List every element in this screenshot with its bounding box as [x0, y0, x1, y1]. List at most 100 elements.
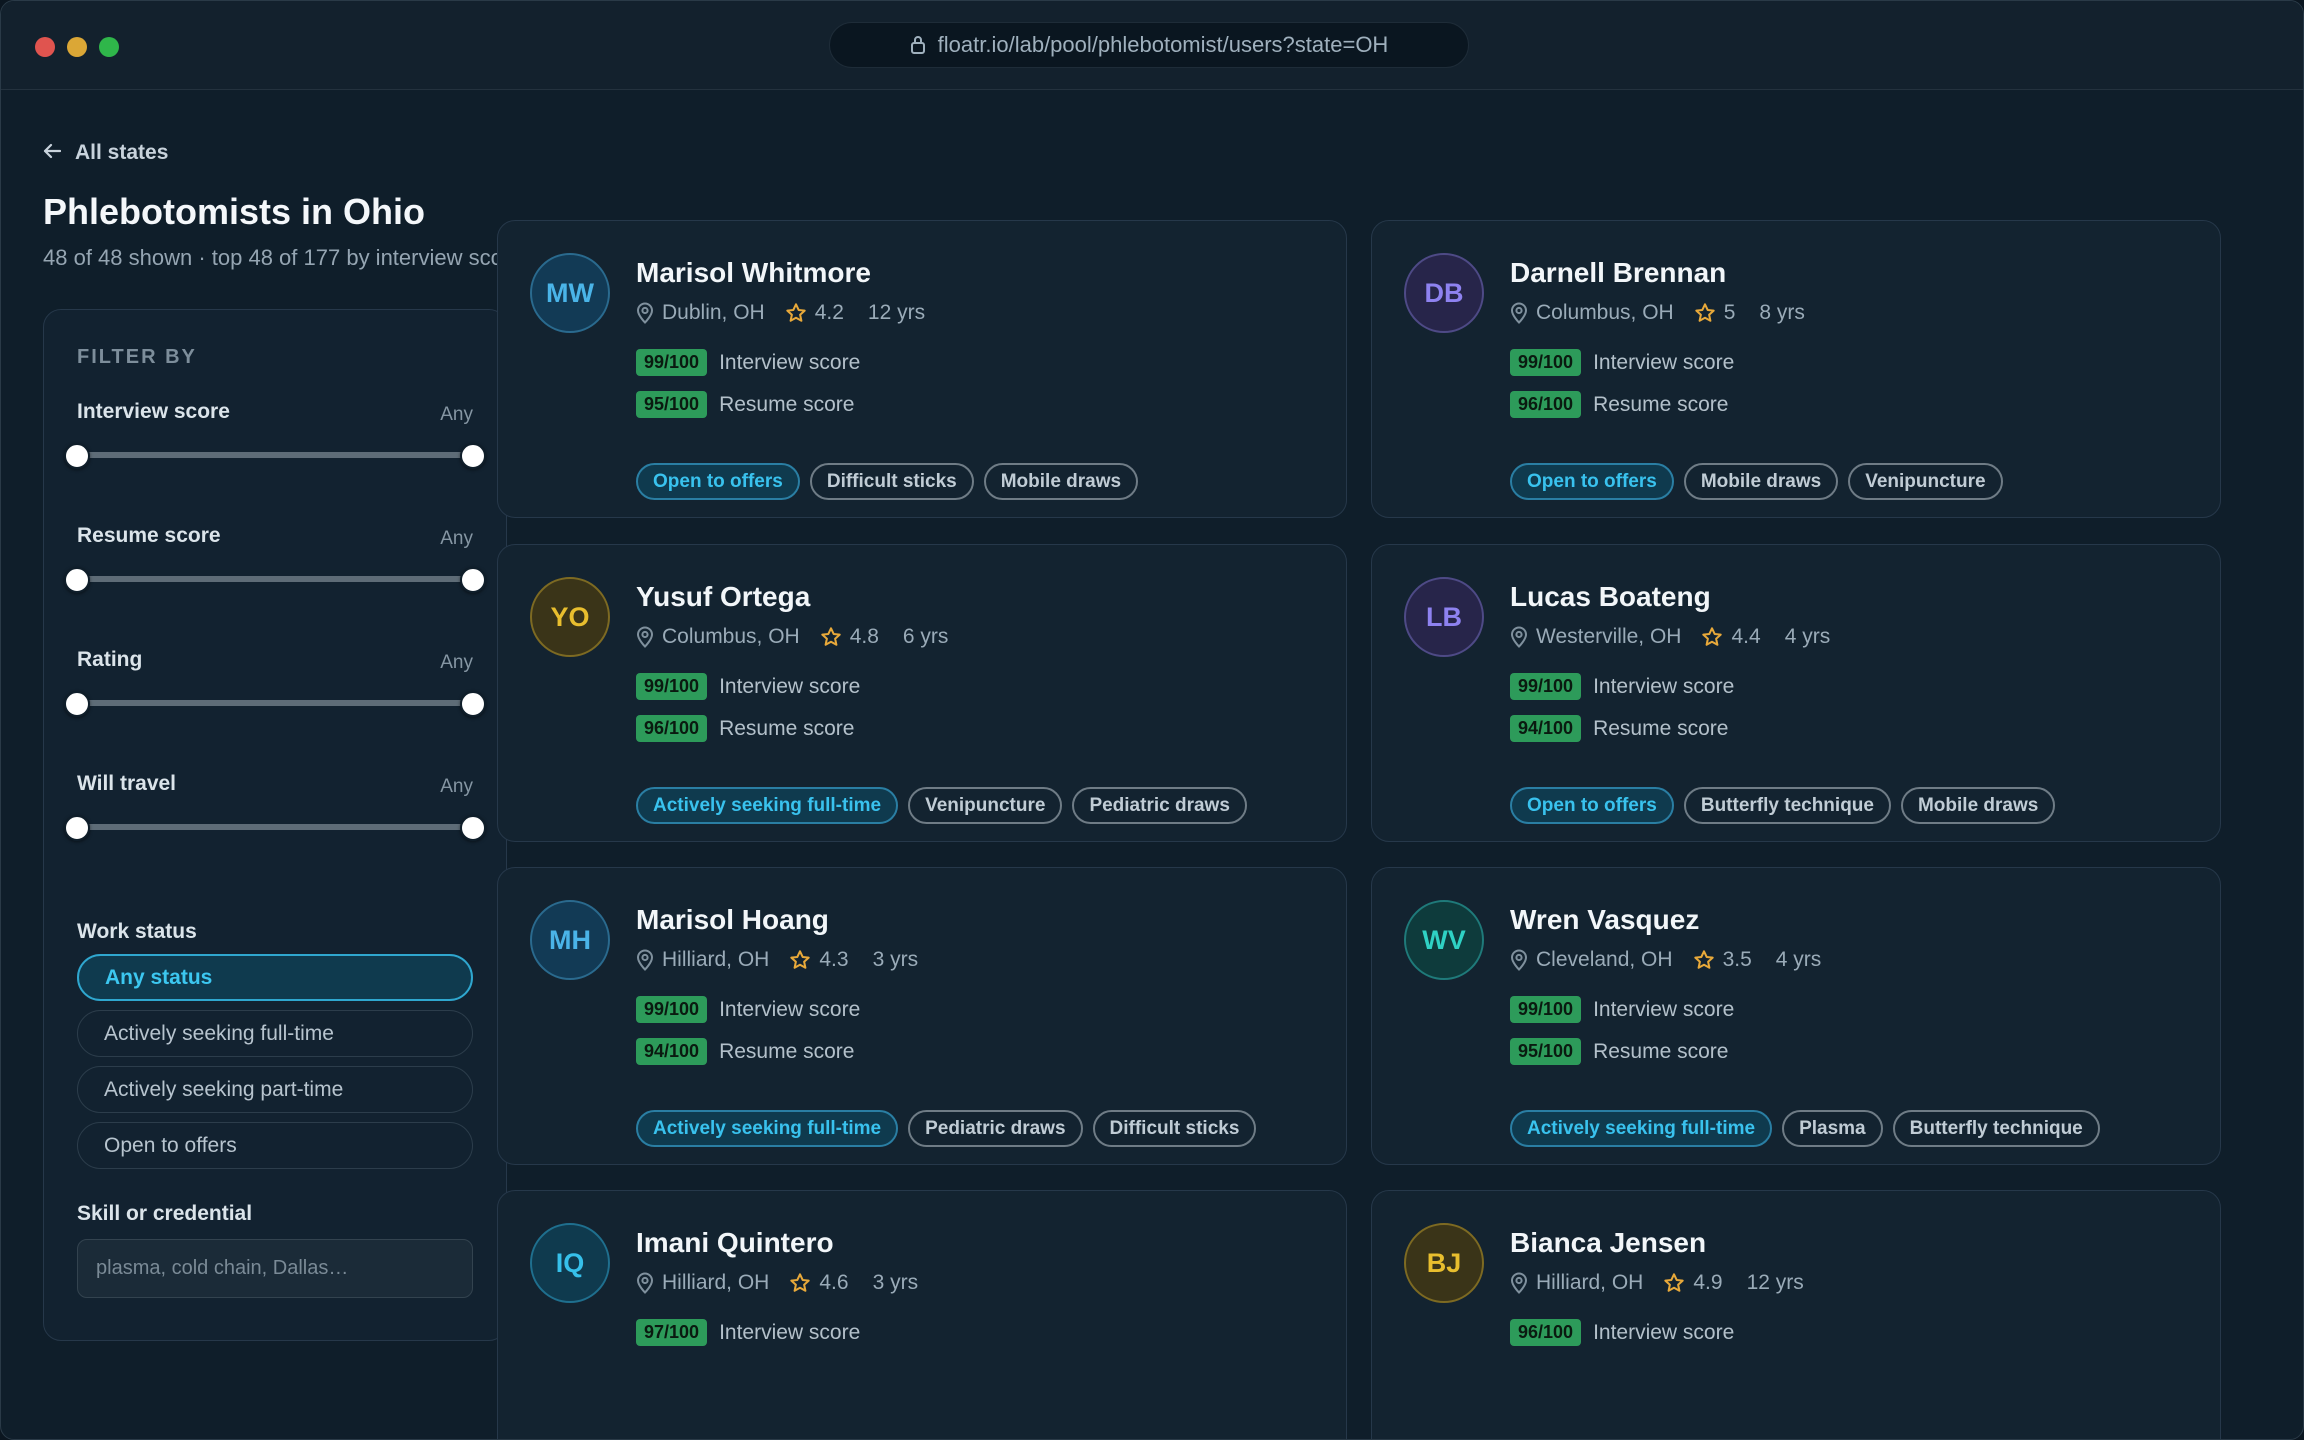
candidate-name[interactable]: Lucas Boateng — [1510, 581, 1711, 613]
interview-score-badge: 97/100 — [636, 1319, 708, 1346]
location-pin-icon — [636, 1272, 654, 1294]
close-window-button[interactable] — [35, 37, 55, 57]
avatar: IQ — [530, 1223, 610, 1303]
candidate-name[interactable]: Marisol Whitmore — [636, 257, 871, 289]
slider-max-handle[interactable] — [460, 815, 486, 841]
slider-min-handle[interactable] — [64, 443, 90, 469]
candidate-meta: Columbus, OH 5 8 yrs — [1510, 301, 1805, 325]
slider-track[interactable] — [77, 824, 473, 830]
work-status-tag: Open to offers — [1510, 787, 1674, 824]
minimize-window-button[interactable] — [67, 37, 87, 57]
resume-score-row: 96/100 Resume score — [636, 715, 854, 742]
candidate-name[interactable]: Bianca Jensen — [1510, 1227, 1706, 1259]
candidate-name[interactable]: Marisol Hoang — [636, 904, 829, 936]
candidate-rating: 3.5 — [1722, 948, 1752, 971]
avatar: MH — [530, 900, 610, 980]
resume-score-label: Resume score — [1593, 1039, 1729, 1063]
work-status-tag: Actively seeking full-time — [1510, 1110, 1773, 1147]
skill-label: Skill or credential — [77, 1202, 253, 1225]
candidate-name[interactable]: Yusuf Ortega — [636, 581, 810, 613]
page-title: Phlebotomists in Ohio — [43, 191, 426, 232]
work-status-label: Work status — [77, 920, 197, 943]
candidate-experience: 4 yrs — [1775, 948, 1822, 971]
candidate-name[interactable]: Wren Vasquez — [1510, 904, 1699, 936]
slider-track[interactable] — [77, 576, 473, 582]
candidate-rating: 4.8 — [849, 625, 879, 648]
candidate-meta: Columbus, OH 4.8 6 yrs — [636, 625, 948, 649]
resume-score-row: 95/100 Resume score — [1510, 1038, 1728, 1065]
resume-score-label: Resume score — [719, 716, 855, 740]
candidate-location: Dublin, OH — [662, 301, 765, 324]
skill-search-input[interactable] — [77, 1239, 473, 1298]
avatar: LB — [1404, 577, 1484, 657]
candidate-card[interactable]: BJ Bianca Jensen Hilliard, OH 4.9 12 yrs 96/1… — [1371, 1190, 2221, 1439]
candidate-card[interactable]: MH Marisol Hoang Hilliard, OH 4.3 3 yrs 99/10… — [497, 867, 1347, 1165]
slider-max-handle[interactable] — [460, 443, 486, 469]
candidate-tags: Actively seeking full-time Venipuncture Pe… — [636, 787, 1247, 824]
candidate-card[interactable]: DB Darnell Brennan Columbus, OH 5 8 yrs 99/10… — [1371, 220, 2221, 518]
candidate-experience: 4 yrs — [1784, 625, 1831, 648]
slider-max-handle[interactable] — [460, 691, 486, 717]
candidate-card[interactable]: MW Marisol Whitmore Dublin, OH 4.2 12 yrs 99/… — [497, 220, 1347, 518]
slider-min-handle[interactable] — [64, 815, 90, 841]
candidate-experience: 12 yrs — [867, 301, 926, 324]
candidate-tags: Open to offers Mobile draws Venipuncture — [1510, 463, 2003, 500]
star-icon — [1663, 1272, 1685, 1294]
candidate-experience: 8 yrs — [1759, 301, 1805, 324]
candidate-tags: Actively seeking full-time Plasma Butterfl… — [1510, 1110, 2100, 1147]
status-option-open-to-offers[interactable]: Open to offers — [77, 1122, 473, 1169]
status-option-part-time[interactable]: Actively seeking part-time — [77, 1066, 473, 1113]
candidate-tags: Open to offers Difficult sticks Mobile dra… — [636, 463, 1139, 500]
slider-track[interactable] — [77, 700, 473, 706]
title-bar: floatr.io/lab/pool/phlebotomist/users?st… — [1, 1, 2303, 90]
candidate-meta: Dublin, OH 4.2 12 yrs — [636, 301, 925, 325]
resume-score-label: Resume score — [1593, 392, 1729, 416]
candidate-card[interactable]: YO Yusuf Ortega Columbus, OH 4.8 6 yrs 99/100… — [497, 544, 1347, 842]
maximize-window-button[interactable] — [99, 37, 119, 57]
slider-min-handle[interactable] — [64, 691, 90, 717]
candidate-rating: 4.2 — [814, 301, 844, 324]
address-bar[interactable]: floatr.io/lab/pool/phlebotomist/users?st… — [829, 22, 1469, 68]
location-pin-icon — [1510, 949, 1528, 971]
slider-value: Any — [440, 404, 473, 425]
star-icon — [1694, 302, 1716, 324]
interview-score-label: Interview score — [719, 674, 861, 698]
star-icon — [789, 1272, 811, 1294]
slider-label: Resume score — [77, 524, 221, 547]
interview-score-badge: 99/100 — [636, 673, 708, 700]
slider-min-handle[interactable] — [64, 567, 90, 593]
candidate-experience: 3 yrs — [872, 1271, 919, 1294]
candidate-rating: 4.6 — [819, 1271, 849, 1294]
status-option-full-time[interactable]: Actively seeking full-time — [77, 1010, 473, 1057]
candidate-location: Hilliard, OH — [662, 1271, 770, 1294]
candidate-card[interactable]: LB Lucas Boateng Westerville, OH 4.4 4 yrs 99… — [1371, 544, 2221, 842]
slider-value: Any — [440, 776, 473, 797]
avatar: DB — [1404, 253, 1484, 333]
filter-heading: FILTER BY — [77, 346, 197, 368]
location-pin-icon — [636, 302, 654, 324]
slider-max-handle[interactable] — [460, 567, 486, 593]
slider-track[interactable] — [77, 452, 473, 458]
slider-value: Any — [440, 652, 473, 673]
candidate-location: Westerville, OH — [1536, 625, 1682, 648]
candidate-tags: Actively seeking full-time Pediatric draw… — [636, 1110, 1257, 1147]
resume-score-badge: 96/100 — [636, 715, 708, 742]
candidate-card[interactable]: WV Wren Vasquez Cleveland, OH 3.5 4 yrs 99/10… — [1371, 867, 2221, 1165]
skill-tag: Difficult sticks — [809, 463, 974, 500]
skill-tag: Mobile draws — [1683, 463, 1839, 500]
skill-tag: Butterfly technique — [1683, 787, 1891, 824]
avatar: MW — [530, 253, 610, 333]
interview-score-label: Interview score — [719, 350, 861, 374]
candidate-location: Hilliard, OH — [1536, 1271, 1644, 1294]
status-option-any[interactable]: Any status — [77, 954, 473, 1001]
resume-score-row: 95/100 Resume score — [636, 391, 854, 418]
work-status-tag: Actively seeking full-time — [636, 1110, 899, 1147]
interview-score-badge: 99/100 — [636, 996, 708, 1023]
interview-score-label: Interview score — [1593, 997, 1735, 1021]
interview-score-badge: 99/100 — [636, 349, 708, 376]
candidate-name[interactable]: Darnell Brennan — [1510, 257, 1726, 289]
candidate-name[interactable]: Imani Quintero — [636, 1227, 834, 1259]
arrow-left-icon — [43, 141, 62, 165]
back-link[interactable]: All states — [43, 141, 168, 165]
candidate-card[interactable]: IQ Imani Quintero Hilliard, OH 4.6 3 yrs 97/1… — [497, 1190, 1347, 1439]
